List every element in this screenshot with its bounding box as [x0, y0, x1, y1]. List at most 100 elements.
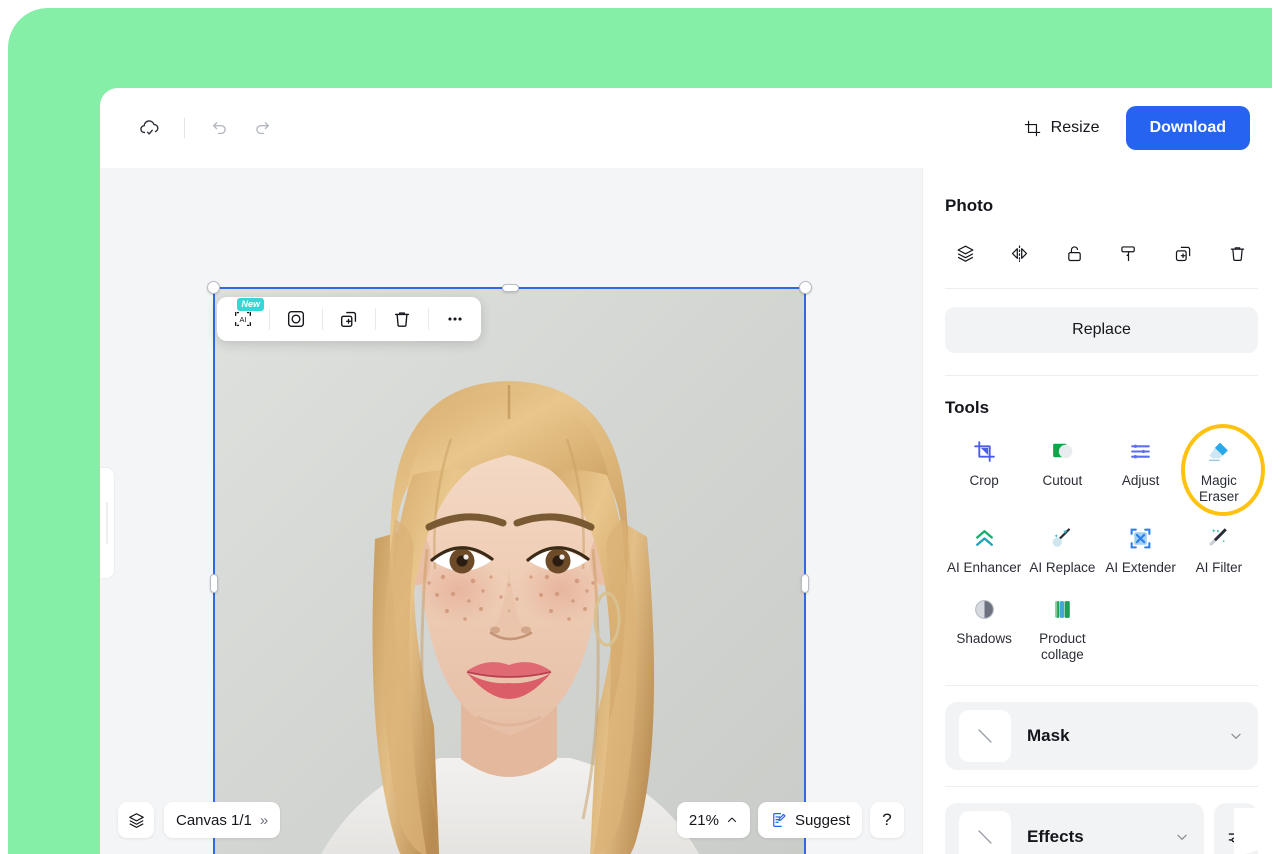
top-toolbar-right: Resize Download: [1019, 106, 1280, 150]
tools-divider: [945, 375, 1258, 376]
tool-label: Magic Eraser: [1198, 473, 1239, 504]
effects-accordion[interactable]: Effects: [945, 803, 1204, 854]
resize-handle-top-right[interactable]: [799, 281, 812, 294]
cutout-icon: [1050, 436, 1075, 466]
suggest-button[interactable]: Suggest: [757, 802, 862, 838]
tool-label: Shadows: [956, 631, 1012, 646]
layers-icon[interactable]: [945, 236, 985, 270]
duplicate-icon[interactable]: [323, 297, 375, 341]
chevron-down-icon[interactable]: [1228, 728, 1244, 744]
tool-label: AI Extender: [1105, 560, 1176, 575]
sliders-icon: [1226, 827, 1246, 847]
page-root: Resize Download AI New Canvas 1/1 » 21% …: [0, 0, 1280, 854]
paint-roller-icon[interactable]: [1109, 236, 1149, 270]
mask-accordion[interactable]: Mask: [945, 702, 1258, 770]
mask-label: Mask: [1027, 726, 1070, 745]
toolbar-divider: [184, 118, 185, 138]
cloud-check-icon[interactable]: [130, 108, 170, 148]
undo-icon[interactable]: [199, 108, 239, 148]
canvas-selector-button[interactable]: Canvas 1/1 »: [164, 802, 281, 838]
tool-adjust[interactable]: Adjust: [1102, 436, 1180, 505]
tool-label: AI Replace: [1029, 560, 1096, 575]
resize-handle-left[interactable]: [210, 573, 218, 593]
suggest-label: Suggest: [794, 811, 850, 829]
chevron-double-right-icon: »: [259, 811, 269, 829]
resize-handle-top-left[interactable]: [207, 281, 220, 294]
panel-title: Photo: [945, 196, 994, 215]
zoom-level-label: 21%: [688, 811, 719, 829]
tool-ai-filter[interactable]: AI Filter: [1180, 523, 1258, 576]
flip-horizontal-icon[interactable]: [1000, 236, 1040, 270]
tool-label: Crop: [969, 473, 999, 488]
replace-button[interactable]: Replace: [945, 307, 1258, 353]
photo-image[interactable]: [215, 289, 804, 854]
tool-shadows[interactable]: Shadows: [945, 594, 1023, 663]
tool-label: Product collage: [1039, 631, 1086, 662]
mask-row: Mask: [945, 702, 1258, 770]
canvas-label: Canvas 1/1: [176, 811, 252, 829]
effects-settings-button[interactable]: [1214, 803, 1258, 854]
trash-icon[interactable]: [1218, 236, 1258, 270]
diagonal-line-icon: [959, 710, 1011, 762]
tool-cutout[interactable]: Cutout: [1023, 436, 1101, 505]
chevron-up-icon: [726, 814, 738, 826]
panel-divider: [945, 685, 1258, 686]
tool-label: AI Filter: [1195, 560, 1243, 575]
tool-product-collage[interactable]: Product collage: [1023, 594, 1101, 663]
bottom-toolbar-right: 21% Suggest ?: [676, 802, 904, 838]
image-selection-frame[interactable]: AI New: [207, 281, 812, 854]
tool-ai-replace[interactable]: AI Replace: [1023, 523, 1101, 576]
tool-label: AI Enhancer: [946, 560, 1022, 575]
adjust-icon: [1128, 436, 1153, 466]
unlock-icon[interactable]: [1054, 236, 1094, 270]
layers-icon: [127, 811, 146, 830]
redo-icon[interactable]: [243, 108, 283, 148]
left-panel-collapse-tab[interactable]: [100, 468, 114, 578]
magic-eraser-icon: [1206, 436, 1231, 466]
resize-label: Resize: [1050, 119, 1100, 136]
download-button[interactable]: Download: [1125, 106, 1250, 150]
diagonal-line-icon: [959, 811, 1011, 854]
top-toolbar-left: [100, 108, 283, 148]
duplicate-icon[interactable]: [1163, 236, 1203, 270]
portrait-illustration: [215, 289, 804, 854]
resize-handle-right[interactable]: [801, 573, 809, 593]
layers-button[interactable]: [118, 802, 154, 838]
ai-select-icon[interactable]: AI New: [217, 297, 269, 341]
ai-enhancer-icon: [972, 523, 997, 553]
product-collage-icon: [1050, 594, 1075, 624]
svg-text:AI: AI: [240, 315, 247, 324]
canvas-area[interactable]: AI New Canvas 1/1 » 21% Suggest ?: [100, 168, 922, 854]
mask-divider: [945, 786, 1258, 787]
tool-ai-extender[interactable]: AI Extender: [1102, 523, 1180, 576]
tools-grid: Crop Cutout Adjust Magic Eraser AI Enhan…: [945, 424, 1266, 663]
help-button[interactable]: ?: [870, 802, 904, 838]
top-toolbar: Resize Download: [100, 88, 1280, 168]
ai-extender-icon: [1128, 523, 1153, 553]
tool-crop[interactable]: Crop: [945, 436, 1023, 505]
zoom-level-button[interactable]: 21%: [676, 802, 750, 838]
right-properties-panel: Photo Replace Tools Crop Cutout Adjust M…: [922, 168, 1280, 854]
tool-label: Adjust: [1121, 473, 1160, 488]
image-context-toolbar: AI New: [217, 297, 481, 341]
crop-icon: [972, 436, 997, 466]
resize-button[interactable]: Resize: [1019, 113, 1104, 144]
effects-label: Effects: [1027, 827, 1084, 846]
mask-circle-icon[interactable]: [270, 297, 322, 341]
resize-handle-top[interactable]: [501, 284, 519, 292]
trash-icon[interactable]: [376, 297, 428, 341]
tool-label: Cutout: [1042, 473, 1083, 488]
ai-replace-icon: [1050, 523, 1075, 553]
tools-title: Tools: [945, 398, 990, 417]
ai-filter-icon: [1206, 523, 1231, 553]
resize-icon: [1023, 119, 1042, 138]
photo-actions-row: [945, 236, 1258, 289]
suggest-doc-icon: [770, 811, 788, 829]
app-window: Resize Download AI New Canvas 1/1 » 21% …: [100, 88, 1280, 854]
chevron-down-icon[interactable]: [1174, 829, 1190, 845]
shadows-icon: [972, 594, 997, 624]
tool-magic-eraser[interactable]: Magic Eraser: [1180, 424, 1266, 516]
tool-ai-enhancer[interactable]: AI Enhancer: [945, 523, 1023, 576]
more-horizontal-icon[interactable]: [429, 297, 481, 341]
bottom-toolbar: Canvas 1/1 » 21% Suggest ?: [100, 786, 922, 854]
